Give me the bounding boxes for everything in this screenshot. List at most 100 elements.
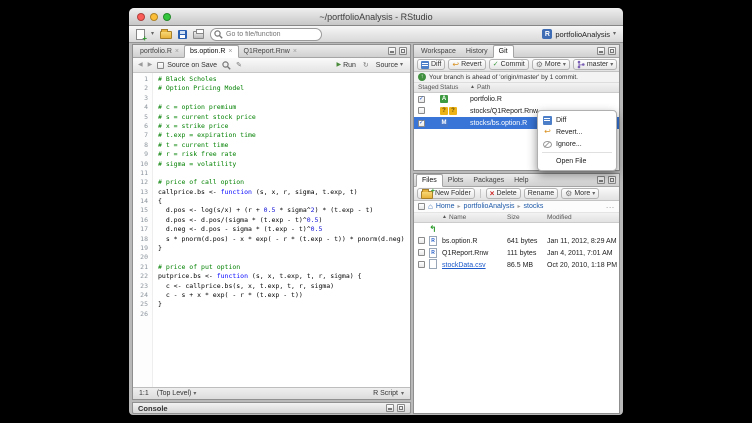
print-icon[interactable] [193, 31, 204, 39]
scope-selector[interactable]: (Top Level) ▾ [157, 390, 197, 397]
branch-selector[interactable]: master ▾ [573, 59, 617, 70]
editor-tab[interactable]: Q1Report.Rnw× [239, 45, 302, 57]
checkbox-cell [414, 249, 429, 258]
commit-button[interactable]: ✓ Commit [489, 59, 529, 70]
code-segment: # Option Pricing Model [158, 84, 244, 92]
editor-tab[interactable]: portfolio.R× [135, 45, 184, 57]
goto-file-input[interactable] [210, 28, 322, 41]
minimize-pane-icon[interactable] [597, 176, 605, 184]
select-all-checkbox[interactable] [418, 203, 425, 210]
minimize-pane-icon[interactable] [388, 47, 396, 55]
file-row[interactable]: RQ1Report.Rnw111 bytesJan 4, 2011, 7:01 … [414, 247, 619, 259]
tab-files[interactable]: Files [416, 174, 443, 187]
save-icon[interactable] [178, 30, 187, 39]
staged-column-header[interactable]: Staged [414, 84, 440, 91]
chevron-down-icon: ▾ [401, 391, 404, 397]
tab-packages[interactable]: Packages [468, 174, 509, 186]
file-name[interactable]: bs.option.R [442, 238, 507, 245]
up-directory-icon[interactable]: ↰ [429, 224, 437, 234]
zoom-window-button[interactable] [163, 13, 171, 21]
new-file-icon[interactable]: + [136, 29, 145, 40]
source-on-save-checkbox[interactable] [157, 62, 164, 69]
minimize-pane-icon[interactable] [597, 47, 605, 55]
editor-tab[interactable]: bs.option.R× [184, 45, 239, 58]
new-folder-icon: + [421, 191, 433, 199]
line-number: 24 [133, 291, 148, 300]
close-icon[interactable]: × [293, 48, 297, 55]
console-pane-header[interactable]: Console [132, 402, 411, 414]
parent-directory-row[interactable]: ↰ [414, 223, 619, 235]
project-selector[interactable]: R portfolioAnalysis ▾ [542, 29, 616, 39]
maximize-pane-icon[interactable] [399, 47, 407, 55]
tab-plots[interactable]: Plots [443, 174, 469, 186]
git-file-row[interactable]: ✓Aportfolio.R [414, 93, 619, 105]
minimize-window-button[interactable] [150, 13, 158, 21]
back-icon[interactable]: ◀ [138, 62, 143, 68]
path-column-header[interactable]: ▲ Path [470, 84, 619, 91]
open-file-icon[interactable] [160, 31, 172, 39]
file-row[interactable]: stockData.csv86.5 MBOct 20, 2010, 1:18 P… [414, 259, 619, 271]
code-editor[interactable]: 1234567891011121314151617181920212223242… [133, 73, 410, 387]
menu-item[interactable]: Ignore... [538, 138, 616, 150]
name-column-header[interactable]: ▲ Name [442, 214, 507, 221]
chevron-down-icon[interactable]: ▾ [151, 31, 154, 37]
modified-column-header[interactable]: Modified [547, 214, 619, 221]
menu-item[interactable]: Diff [538, 114, 616, 126]
breadcrumb-item[interactable]: portfolioAnalysis [464, 203, 515, 210]
file-checkbox[interactable] [418, 237, 425, 244]
tab-git[interactable]: Git [493, 45, 514, 58]
code-tools-icon[interactable]: ✎ [236, 62, 242, 69]
rerun-icon[interactable]: ↻ [363, 62, 369, 69]
code-segment: d.neg <- d.pos - sigma * (t.exp - t)^ [158, 225, 311, 233]
tab-history[interactable]: History [461, 45, 493, 57]
size-column-header[interactable]: Size [507, 214, 547, 221]
menu-item[interactable]: Open File [538, 155, 616, 167]
code-segment: 0.5 [264, 206, 276, 214]
staged-checkbox[interactable]: ✓ [418, 96, 425, 103]
file-name[interactable]: Q1Report.Rnw [442, 250, 507, 257]
source-button[interactable]: Source ▾ [374, 62, 405, 69]
new-folder-button[interactable]: + New Folder [417, 188, 475, 199]
files-more-button[interactable]: ⚙ More ▾ [561, 188, 599, 199]
file-name[interactable]: stockData.csv [442, 262, 507, 269]
staged-checkbox[interactable]: ✓ [418, 120, 425, 127]
line-number: 19 [133, 244, 148, 253]
file-checkbox[interactable] [418, 249, 425, 256]
line-number: 10 [133, 160, 148, 169]
git-more-button[interactable]: ⚙ More ▾ [532, 59, 570, 70]
minimize-pane-icon[interactable] [386, 404, 394, 412]
rename-button[interactable]: Rename [524, 188, 558, 199]
source-on-save-toggle[interactable]: Source on Save [157, 62, 217, 69]
run-button[interactable]: ▶ Run [334, 62, 357, 69]
menu-item[interactable]: ↩Revert... [538, 126, 616, 138]
status-column-header[interactable]: Status [440, 84, 470, 91]
maximize-pane-icon[interactable] [608, 47, 616, 55]
delete-button[interactable]: × Delete [486, 188, 521, 199]
maximize-pane-icon[interactable] [608, 176, 616, 184]
tab-help[interactable]: Help [509, 174, 533, 186]
tab-workspace[interactable]: Workspace [416, 45, 461, 57]
revert-button[interactable]: ↩ Revert [448, 59, 485, 70]
file-checkbox[interactable] [418, 261, 425, 268]
breadcrumb-item[interactable]: stocks [524, 203, 544, 210]
file-row[interactable]: Rbs.option.R641 bytesJan 11, 2012, 8:29 … [414, 235, 619, 247]
titlebar[interactable]: ~/portfolioAnalysis - RStudio [129, 8, 623, 26]
code-lines[interactable]: # Black Scholes# Option Pricing Model # … [153, 73, 410, 387]
close-icon[interactable]: × [175, 48, 179, 55]
breadcrumb-item[interactable]: Home [436, 203, 455, 210]
code-segment: # price of put option [158, 263, 240, 271]
staged-checkbox[interactable] [418, 107, 425, 114]
find-replace-icon[interactable] [222, 61, 231, 70]
forward-icon[interactable]: ▶ [148, 62, 153, 68]
file-type-selector[interactable]: R Script ▾ [373, 390, 404, 397]
diff-button[interactable]: Diff [417, 59, 445, 70]
code-segment: ) * (t.exp - t) [315, 206, 374, 214]
breadcrumb-more-button[interactable]: ... [606, 203, 615, 210]
close-icon[interactable]: × [228, 48, 232, 55]
code-line: d.neg <- d.pos - sigma * (t.exp - t)^0.5 [158, 225, 410, 234]
close-window-button[interactable] [137, 13, 145, 21]
new-folder-label: New Folder [435, 190, 471, 197]
line-number-gutter: 1234567891011121314151617181920212223242… [133, 73, 153, 387]
maximize-pane-icon[interactable] [397, 404, 405, 412]
code-segment: # c = option premium [158, 103, 236, 111]
